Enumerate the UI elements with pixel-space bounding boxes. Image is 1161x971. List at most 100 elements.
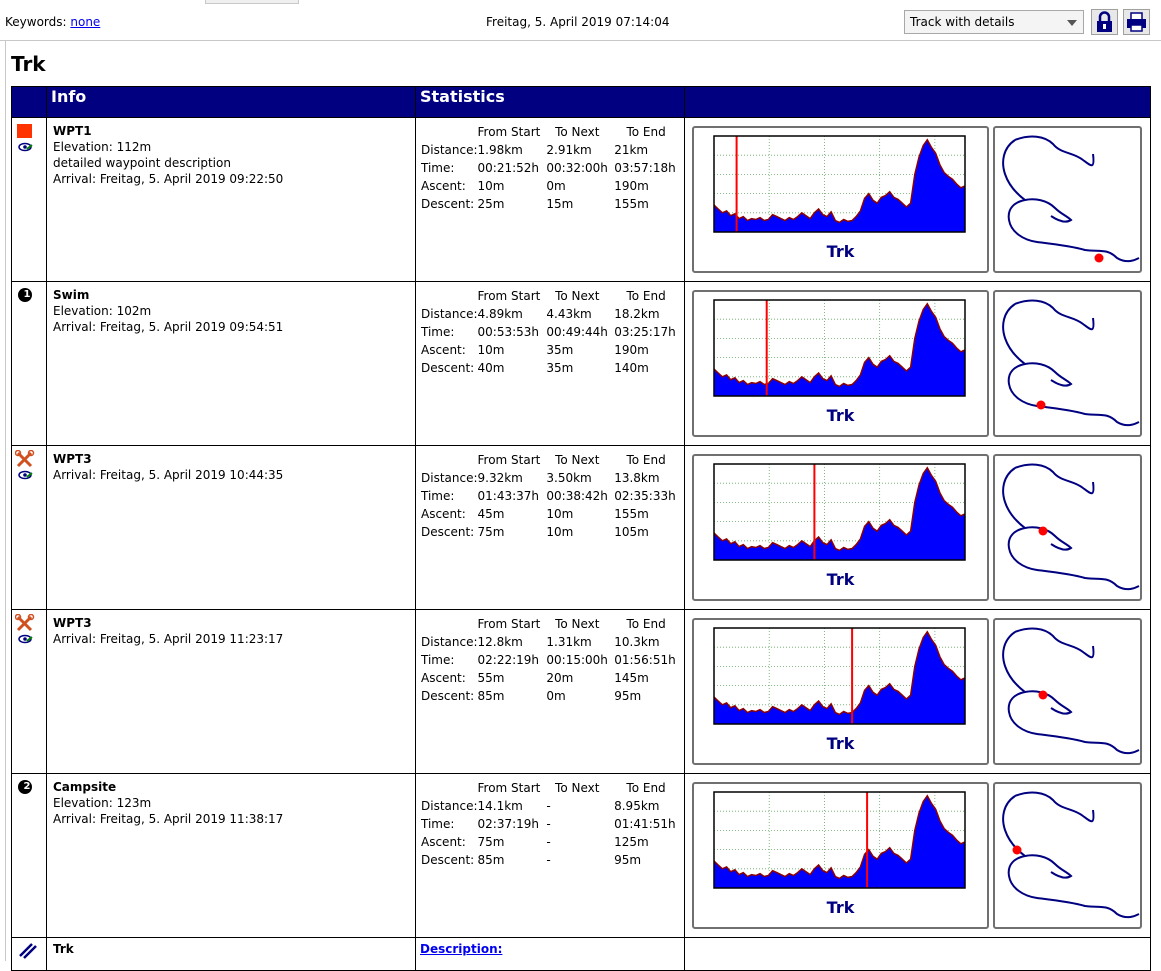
waypoint-detail: Arrival: Freitag, 5. April 2019 11:38:17 [53, 812, 284, 826]
track-row: Trk Description: [11, 937, 1151, 971]
stats-row-label: Ascent: [421, 507, 466, 521]
waypoint-row: 1 Swim Elevation: 102m Arrival: Freitag, 5.… [11, 281, 1151, 446]
track-map-thumbnail[interactable] [993, 782, 1142, 929]
chevron-down-icon [1067, 20, 1077, 26]
waypoint-name: WPT3 [53, 616, 92, 630]
stats-value: 105m [614, 525, 649, 539]
lock-icon [1097, 11, 1112, 32]
stats-value: 13.8km [614, 471, 660, 485]
track-map-thumbnail[interactable] [993, 618, 1142, 765]
print-button[interactable] [1123, 9, 1150, 35]
stats-value: 00:38:42h [546, 489, 608, 503]
waypoint-stats: From Start To Next To End Distance: 14.1km - 8… [421, 779, 684, 869]
stats-col-header: From Start [477, 617, 541, 631]
stats-row-label: Descent: [421, 525, 475, 539]
top-toolbar: Keywords: none Freitag, 5. April 2019 07… [0, 0, 1161, 41]
elevation-profile-panel[interactable]: Trk [692, 618, 989, 765]
header-icon-col [11, 86, 47, 118]
waypoint-stats: From Start To Next To End Distance: 4.89km 4.… [421, 287, 684, 377]
description-link[interactable]: Description: [420, 942, 502, 956]
elevation-profile-panel[interactable]: Trk [692, 782, 989, 929]
stats-row-label: Distance: [421, 799, 478, 813]
stats-row-label: Time: [421, 161, 455, 175]
stats-row-label: Time: [421, 489, 455, 503]
waypoint-name: Swim [53, 288, 90, 302]
tab-strip[interactable] [205, 0, 299, 4]
stats-row-label: Distance: [421, 143, 478, 157]
stats-value: 12.8km [477, 635, 523, 649]
stats-row-label: Ascent: [421, 671, 466, 685]
track-map [1002, 299, 1140, 427]
track-line [1002, 135, 1140, 263]
stats-col-header: To Next [555, 289, 600, 303]
elevation-profile-panel[interactable]: Trk [692, 290, 989, 437]
stats-value: 190m [614, 343, 649, 357]
waypoint-detail: Arrival: Freitag, 5. April 2019 11:23:17 [53, 632, 284, 646]
stats-value: 02:37:19h [477, 817, 540, 831]
stats-value: - [546, 853, 551, 867]
stats-value: 1.31km [546, 635, 592, 649]
stats-value: 21km [614, 143, 649, 157]
crossed-tools-icon [14, 613, 35, 644]
track-line [1002, 627, 1140, 755]
profile-label: Trk [826, 734, 855, 753]
stats-row-label: Distance: [421, 471, 478, 485]
stats-col-header: To Next [555, 617, 600, 631]
stats-value: 03:25:17h [614, 325, 676, 339]
track-map [1002, 463, 1140, 591]
stats-value: 95m [614, 689, 642, 703]
waypoint-number: 1 [23, 289, 31, 300]
lock-button[interactable] [1091, 9, 1118, 35]
waypoint-name: Campsite [53, 780, 117, 794]
stats-value: 145m [614, 671, 649, 685]
elevation-profile-chart [713, 135, 966, 233]
stats-value: 0m [546, 689, 566, 703]
stats-col-header: To Next [555, 781, 600, 795]
waypoint-detail: Elevation: 123m [53, 796, 152, 810]
stats-value: 15m [546, 197, 574, 211]
stats-value: 9.32km [477, 471, 523, 485]
stats-row-label: Distance: [421, 307, 478, 321]
stats-value: 45m [477, 507, 505, 521]
stats-value: 75m [477, 525, 505, 539]
stats-row-label: Time: [421, 325, 455, 339]
stats-value: 10m [477, 343, 505, 357]
stats-row-label: Descent: [421, 853, 475, 867]
track-details-table: Info Statistics WPT1 Elevation: 112m detai… [11, 86, 1151, 971]
stats-value: 18.2km [614, 307, 660, 321]
stats-value: 75m [477, 835, 505, 849]
track-map-thumbnail[interactable] [993, 290, 1142, 437]
stats-value: 4.89km [477, 307, 523, 321]
header-datetime: Freitag, 5. April 2019 07:14:04 [486, 15, 670, 29]
stats-value: 00:53:53h [477, 325, 540, 339]
track-name: Trk [46, 937, 416, 971]
track-map [1002, 135, 1140, 263]
view-mode-value: Track with details [910, 15, 1015, 29]
stats-col-header: From Start [477, 453, 541, 467]
stats-value: 20m [546, 671, 574, 685]
position-dot [1038, 526, 1048, 536]
stats-col-header: To End [626, 453, 666, 467]
stats-row-label: Descent: [421, 361, 475, 375]
keywords-link[interactable]: none [70, 15, 100, 29]
stats-col-header: To Next [555, 453, 600, 467]
elevation-profile-panel[interactable]: Trk [692, 126, 989, 273]
stats-value: 10m [477, 179, 505, 193]
track-map-thumbnail[interactable] [993, 126, 1142, 273]
stats-row-label: Time: [421, 653, 455, 667]
profile-label: Trk [826, 570, 855, 589]
stats-value: 140m [614, 361, 649, 375]
waypoint-detail: Arrival: Freitag, 5. April 2019 09:54:51 [53, 320, 284, 334]
position-dot [1012, 845, 1022, 855]
waypoint-detail: Arrival: Freitag, 5. April 2019 10:44:35 [53, 468, 284, 482]
stats-col-header: From Start [477, 125, 541, 139]
stats-value: 10m [546, 525, 574, 539]
waypoint-stats: From Start To Next To End Distance: 1.98km 2.… [421, 123, 684, 213]
position-dot [1094, 253, 1104, 263]
track-map-thumbnail[interactable] [993, 454, 1142, 601]
waypoint-stats: From Start To Next To End Distance: 12.8km 1.… [421, 615, 684, 705]
stats-value: - [546, 835, 551, 849]
stats-col-header: From Start [477, 781, 541, 795]
view-mode-select[interactable]: Track with details [904, 10, 1084, 34]
elevation-profile-panel[interactable]: Trk [692, 454, 989, 601]
